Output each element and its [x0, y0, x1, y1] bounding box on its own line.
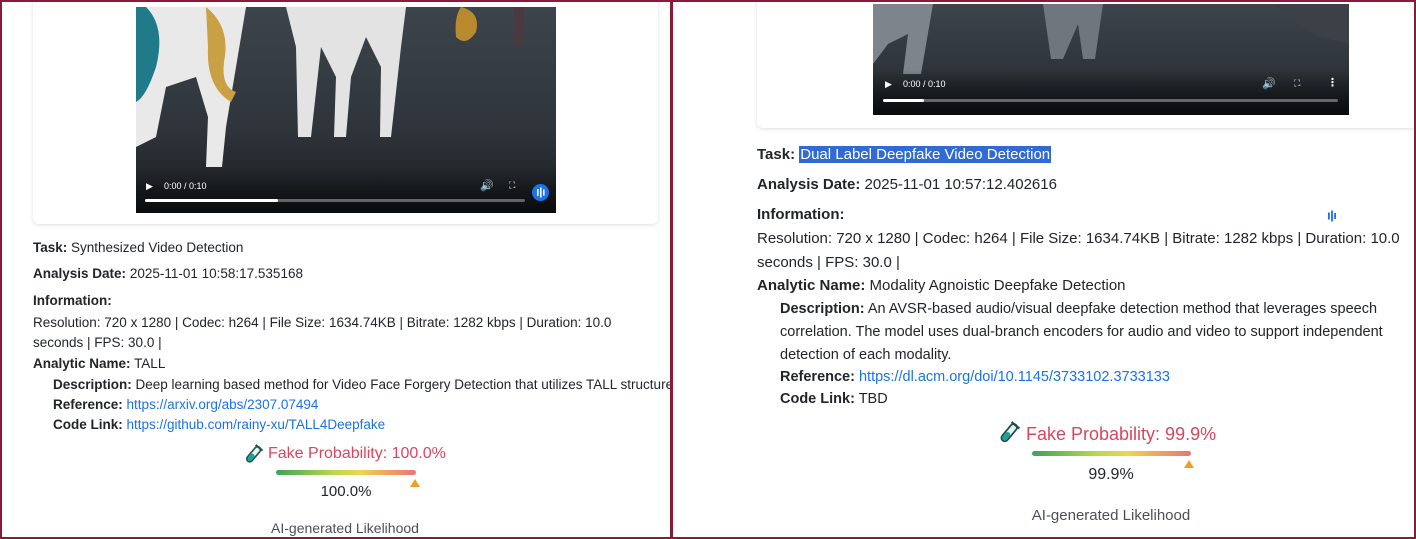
analytic-name-value: Modality Agnoistic Deepfake Detection — [869, 277, 1126, 294]
analysis-date-row: Analysis Date: 2025-11-01 10:57:12.40261… — [757, 176, 1057, 193]
video-controls — [873, 69, 1349, 115]
code-link[interactable]: https://github.com/rainy-xu/TALL4Deepfak… — [127, 417, 386, 432]
code-link-row: Code Link: TBD — [780, 391, 888, 407]
probability-percent: 99.9% — [1088, 466, 1134, 483]
right-result-panel: ▶ 0:00 / 0:10 🔊 ⛶ ⋮ Task: Dual Label Dee… — [672, 0, 1416, 539]
reference-link[interactable]: https://dl.acm.org/doi/10.1145/3733102.3… — [859, 369, 1170, 385]
task-value-selected: Dual Label Deepfake Video Detection — [799, 146, 1052, 163]
information-line-2: seconds | FPS: 30.0 | — [757, 254, 900, 271]
video-time: 0:00 / 0:10 — [903, 79, 946, 89]
analysis-date-value: 2025-11-01 10:57:12.402616 — [864, 176, 1057, 193]
video-progress[interactable] — [883, 99, 1338, 102]
code-link-row: Code Link: https://github.com/rainy-xu/T… — [53, 417, 386, 432]
video-player[interactable]: ▶ 0:00 / 0:10 🔊 ⛶ — [136, 7, 556, 213]
information-label: Information: — [757, 206, 845, 223]
task-value: Synthesized Video Detection — [71, 240, 244, 255]
fullscreen-icon[interactable]: ⛶ — [1294, 77, 1300, 89]
play-icon[interactable]: ▶ — [885, 78, 892, 90]
description-line-3: detection of each modality. — [780, 347, 952, 363]
audio-wave-icon[interactable] — [532, 184, 549, 201]
analysis-date-value: 2025-11-01 10:58:17.535168 — [129, 266, 303, 281]
analytic-name-value: TALL — [134, 356, 166, 371]
reference-row: Reference: https://arxiv.org/abs/2307.07… — [53, 397, 319, 412]
reference-link[interactable]: https://arxiv.org/abs/2307.07494 — [127, 397, 319, 412]
probability-percent: 100.0% — [320, 483, 372, 500]
test-tube-icon — [242, 444, 264, 466]
description-row: Description: Deep learning based method … — [53, 377, 672, 392]
code-link-value: TBD — [858, 391, 888, 407]
video-time: 0:00 / 0:10 — [164, 181, 207, 191]
likelihood-label: AI-generated Likelihood — [1031, 507, 1191, 524]
description-row: Description: An AVSR-based audio/visual … — [780, 301, 1378, 317]
probability-gauge — [276, 470, 416, 475]
fake-probability-label: Fake Probability: 99.9% — [1026, 424, 1217, 444]
description-value: Deep learning based method for Video Fac… — [135, 377, 672, 392]
more-icon[interactable]: ⋮ — [1327, 77, 1338, 89]
task-row: Task: Dual Label Deepfake Video Detectio… — [757, 146, 1052, 163]
description-line-2: correlation. The model uses dual-branch … — [780, 324, 1383, 340]
information-line-2: seconds | FPS: 30.0 | — [33, 335, 162, 350]
audio-wave-icon[interactable] — [1325, 209, 1339, 223]
task-row: Task: Synthesized Video Detection — [33, 240, 244, 255]
information-label: Information: — [33, 293, 112, 308]
analysis-date-row: Analysis Date: 2025-11-01 10:58:17.53516… — [33, 266, 303, 281]
probability-gauge — [1032, 451, 1191, 456]
fullscreen-icon[interactable]: ⛶ — [509, 179, 515, 191]
description-line-1: An AVSR-based audio/visual deepfake dete… — [867, 301, 1378, 317]
analytic-name-row: Analytic Name: TALL — [33, 356, 166, 371]
reference-row: Reference: https://dl.acm.org/doi/10.114… — [780, 369, 1170, 385]
play-icon[interactable]: ▶ — [146, 180, 153, 192]
analytic-name-row: Analytic Name: Modality Agnoistic Deepfa… — [757, 277, 1126, 294]
probability-marker — [1184, 460, 1194, 468]
left-result-panel: ▶ 0:00 / 0:10 🔊 ⛶ Task: Synthesized Vide… — [0, 0, 672, 539]
test-tube-icon — [996, 421, 1021, 446]
video-player[interactable]: ▶ 0:00 / 0:10 🔊 ⛶ ⋮ — [873, 4, 1349, 115]
information-line-1: Resolution: 720 x 1280 | Codec: h264 | F… — [33, 315, 612, 330]
fake-probability-label: Fake Probability: 100.0% — [268, 445, 446, 462]
information-line-1: Resolution: 720 x 1280 | Codec: h264 | F… — [757, 230, 1400, 247]
volume-icon[interactable]: 🔊 — [480, 180, 494, 192]
probability-marker — [410, 479, 420, 487]
video-progress[interactable] — [145, 199, 525, 202]
volume-icon[interactable]: 🔊 — [1262, 78, 1276, 90]
likelihood-label: AI-generated Likelihood — [271, 520, 419, 536]
